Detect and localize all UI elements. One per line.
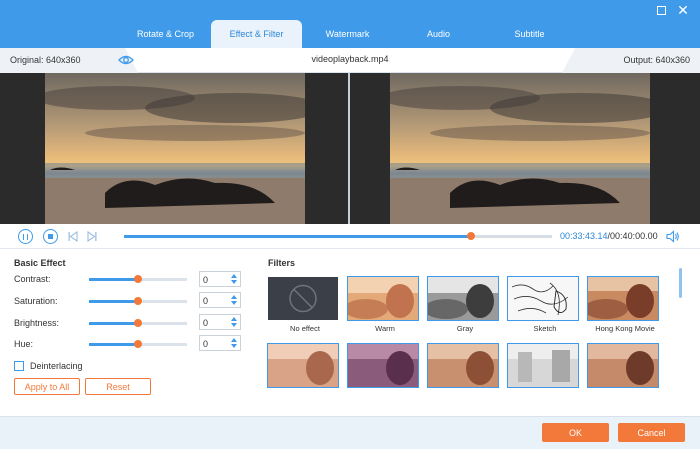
- deinterlacing-label: Deinterlacing: [30, 361, 83, 371]
- filter-gray[interactable]: [427, 276, 499, 321]
- saturation-slider-handle[interactable]: [134, 297, 142, 305]
- warm-thumbnail: [348, 277, 418, 320]
- filter-hong-kong-movie[interactable]: [587, 276, 659, 321]
- hue-slider-handle[interactable]: [134, 340, 142, 348]
- gray-thumbnail: [428, 277, 498, 320]
- brightness-down-icon[interactable]: [230, 322, 238, 328]
- tab-effect-filter[interactable]: Effect & Filter: [211, 20, 302, 48]
- original-video-frame: [45, 73, 305, 224]
- settings-panel: Basic Effect Filters Contrast: 0 Saturat…: [0, 249, 700, 416]
- current-time: 00:33:43.14: [560, 231, 608, 241]
- contrast-value: 0: [203, 275, 209, 285]
- beach-sunset-image-output: [390, 73, 650, 224]
- filter-row2-4[interactable]: [507, 343, 579, 388]
- saturation-value: 0: [203, 296, 209, 306]
- filters-scrollbar[interactable]: [679, 268, 682, 298]
- saturation-slider-fill: [89, 300, 138, 303]
- filter-label-no-effect: No effect: [290, 324, 320, 333]
- apply-to-all-button[interactable]: Apply to All: [14, 378, 80, 395]
- tab-audio[interactable]: Audio: [393, 20, 484, 48]
- reset-button[interactable]: Reset: [85, 378, 151, 395]
- hue-stepper[interactable]: 0: [199, 335, 241, 351]
- contrast-down-icon[interactable]: [230, 279, 238, 285]
- original-preview: [0, 73, 348, 224]
- pause-button[interactable]: [18, 229, 33, 244]
- hue-down-icon[interactable]: [230, 343, 238, 349]
- filter-thumbnail: [348, 344, 418, 387]
- skip-forward-icon[interactable]: [87, 231, 97, 242]
- filter-no-effect[interactable]: [268, 277, 338, 320]
- filter-warm[interactable]: [347, 276, 419, 321]
- brightness-value: 0: [203, 318, 209, 328]
- filters-title: Filters: [268, 258, 296, 268]
- brightness-slider-fill: [89, 322, 138, 325]
- hue-label: Hue:: [14, 339, 34, 349]
- tab-bar: Rotate & Crop Effect & Filter Watermark …: [120, 20, 575, 48]
- filter-sketch[interactable]: [507, 276, 579, 321]
- dialog-footer: OK Cancel: [0, 416, 700, 449]
- brightness-label: Brightness:: [14, 318, 60, 328]
- deinterlacing-checkbox[interactable]: [14, 361, 24, 371]
- filter-row2-5[interactable]: [587, 343, 659, 388]
- cancel-button[interactable]: Cancel: [618, 423, 685, 442]
- filter-row2-1[interactable]: [267, 343, 339, 388]
- playback-bar: 00:33:43.14/00:40:00.00: [0, 224, 700, 249]
- saturation-stepper[interactable]: 0: [199, 292, 241, 308]
- volume-icon[interactable]: [666, 230, 680, 243]
- filter-label-warm: Warm: [375, 324, 395, 333]
- filter-row2-3[interactable]: [427, 343, 499, 388]
- brightness-slider[interactable]: [89, 319, 187, 327]
- progress-handle[interactable]: [467, 232, 476, 240]
- stop-button[interactable]: [43, 229, 58, 244]
- tab-watermark[interactable]: Watermark: [302, 20, 393, 48]
- tab-subtitle[interactable]: Subtitle: [484, 20, 575, 48]
- output-resolution: Output: 640x360: [562, 48, 700, 73]
- filter-thumbnail: [428, 344, 498, 387]
- hue-value: 0: [203, 339, 209, 349]
- hue-slider[interactable]: [89, 340, 187, 348]
- saturation-slider[interactable]: [89, 297, 187, 305]
- eye-icon[interactable]: [118, 54, 134, 66]
- progress-fill: [124, 235, 472, 238]
- tab-rotate-crop[interactable]: Rotate & Crop: [120, 20, 211, 48]
- info-bar: Original: 640x360 videoplayback.mp4 Outp…: [0, 48, 700, 73]
- beach-sunset-image: [45, 73, 305, 224]
- output-preview: [350, 73, 700, 224]
- filter-label-gray: Gray: [456, 324, 474, 333]
- close-icon: ✕: [677, 2, 689, 18]
- contrast-slider-handle[interactable]: [134, 275, 142, 283]
- filter-row2-2[interactable]: [347, 343, 419, 388]
- basic-effect-title: Basic Effect: [14, 258, 66, 268]
- contrast-slider[interactable]: [89, 275, 187, 283]
- saturation-label: Saturation:: [14, 296, 58, 306]
- hue-slider-fill: [89, 343, 138, 346]
- ok-button[interactable]: OK: [542, 423, 609, 442]
- brightness-stepper[interactable]: 0: [199, 314, 241, 330]
- contrast-slider-fill: [89, 278, 138, 281]
- filter-thumbnail: [508, 344, 578, 387]
- output-video-frame: [390, 73, 650, 224]
- saturation-down-icon[interactable]: [230, 300, 238, 306]
- hong-kong-movie-thumbnail: [588, 277, 658, 320]
- sketch-thumbnail: [508, 277, 578, 320]
- title-bar: Rotate & Crop Effect & Filter Watermark …: [0, 0, 700, 48]
- filter-label-hong-kong-movie: Hong Kong Movie: [595, 324, 655, 333]
- playback-progress-slider[interactable]: [124, 232, 552, 240]
- filter-label-sketch: Sketch: [533, 324, 557, 333]
- timecode: 00:33:43.14/00:40:00.00: [560, 231, 658, 241]
- close-button[interactable]: ✕: [676, 3, 690, 17]
- filter-thumbnail: [588, 344, 658, 387]
- contrast-stepper[interactable]: 0: [199, 271, 241, 287]
- maximize-icon: [656, 5, 666, 15]
- no-effect-thumbnail: [268, 277, 338, 320]
- filter-thumbnail: [268, 344, 338, 387]
- stop-icon: [48, 234, 53, 239]
- pause-icon: [23, 233, 28, 240]
- brightness-slider-handle[interactable]: [134, 319, 142, 327]
- maximize-button[interactable]: [654, 3, 668, 17]
- total-time: /00:40:00.00: [607, 231, 658, 241]
- contrast-label: Contrast:: [14, 274, 51, 284]
- skip-back-icon[interactable]: [68, 231, 78, 242]
